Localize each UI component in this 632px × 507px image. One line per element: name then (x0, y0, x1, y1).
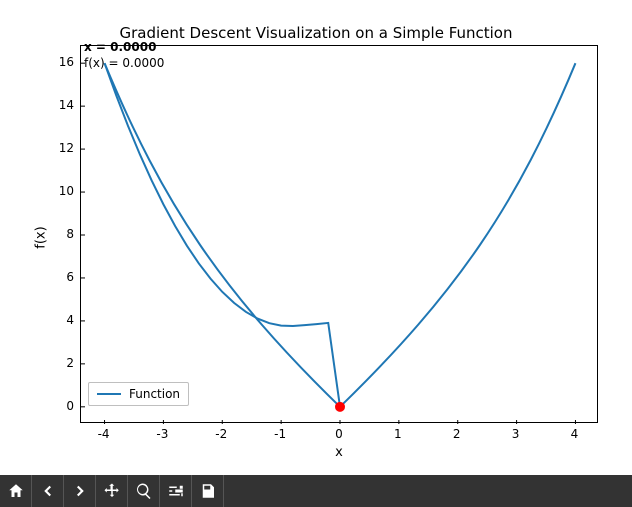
annotation-x: x = 0.0000 (84, 40, 156, 54)
marker-point (335, 402, 345, 412)
plot-area (80, 45, 598, 423)
plot-svg (81, 46, 599, 424)
legend: Function (88, 382, 189, 406)
x-tick-label: 4 (571, 427, 579, 441)
figure: Gradient Descent Visualization on a Simp… (0, 0, 632, 475)
x-tick-label: -3 (156, 427, 168, 441)
arrow-left-icon (39, 482, 57, 500)
back-button[interactable] (32, 475, 64, 507)
x-tick-label: -2 (215, 427, 227, 441)
x-tick-label: -4 (98, 427, 110, 441)
y-tick-label: 0 (66, 399, 74, 413)
save-button[interactable] (192, 475, 224, 507)
matplotlib-toolbar (0, 475, 632, 507)
y-tick-label: 8 (66, 227, 74, 241)
save-icon (199, 482, 217, 500)
home-button[interactable] (0, 475, 32, 507)
legend-label: Function (129, 387, 180, 401)
x-tick-label: 1 (394, 427, 402, 441)
y-tick-label: 14 (59, 98, 74, 112)
annotation-fx: f(x) = 0.0000 (84, 56, 164, 70)
zoom-button[interactable] (128, 475, 160, 507)
y-tick-label: 4 (66, 313, 74, 327)
x-tick-label: 2 (453, 427, 461, 441)
function-line-precise (105, 63, 576, 407)
forward-button[interactable] (64, 475, 96, 507)
y-axis-label: f(x) (30, 0, 52, 475)
configure-button[interactable] (160, 475, 192, 507)
y-tick-label: 16 (59, 55, 74, 69)
legend-swatch (97, 393, 121, 395)
move-icon (103, 482, 121, 500)
y-ticks (81, 63, 85, 407)
x-axis-label: x (80, 445, 598, 460)
magnify-icon (135, 482, 153, 500)
x-tick-label: 0 (335, 427, 343, 441)
pan-button[interactable] (96, 475, 128, 507)
sliders-icon (167, 482, 185, 500)
function-line (105, 63, 340, 407)
y-tick-label: 10 (59, 184, 74, 198)
x-tick-label: -1 (274, 427, 286, 441)
y-tick-label: 6 (66, 270, 74, 284)
home-icon (7, 482, 25, 500)
x-ticks (105, 420, 576, 424)
arrow-right-icon (71, 482, 89, 500)
y-tick-label: 2 (66, 356, 74, 370)
x-tick-label: 3 (512, 427, 520, 441)
y-tick-label: 12 (59, 141, 74, 155)
